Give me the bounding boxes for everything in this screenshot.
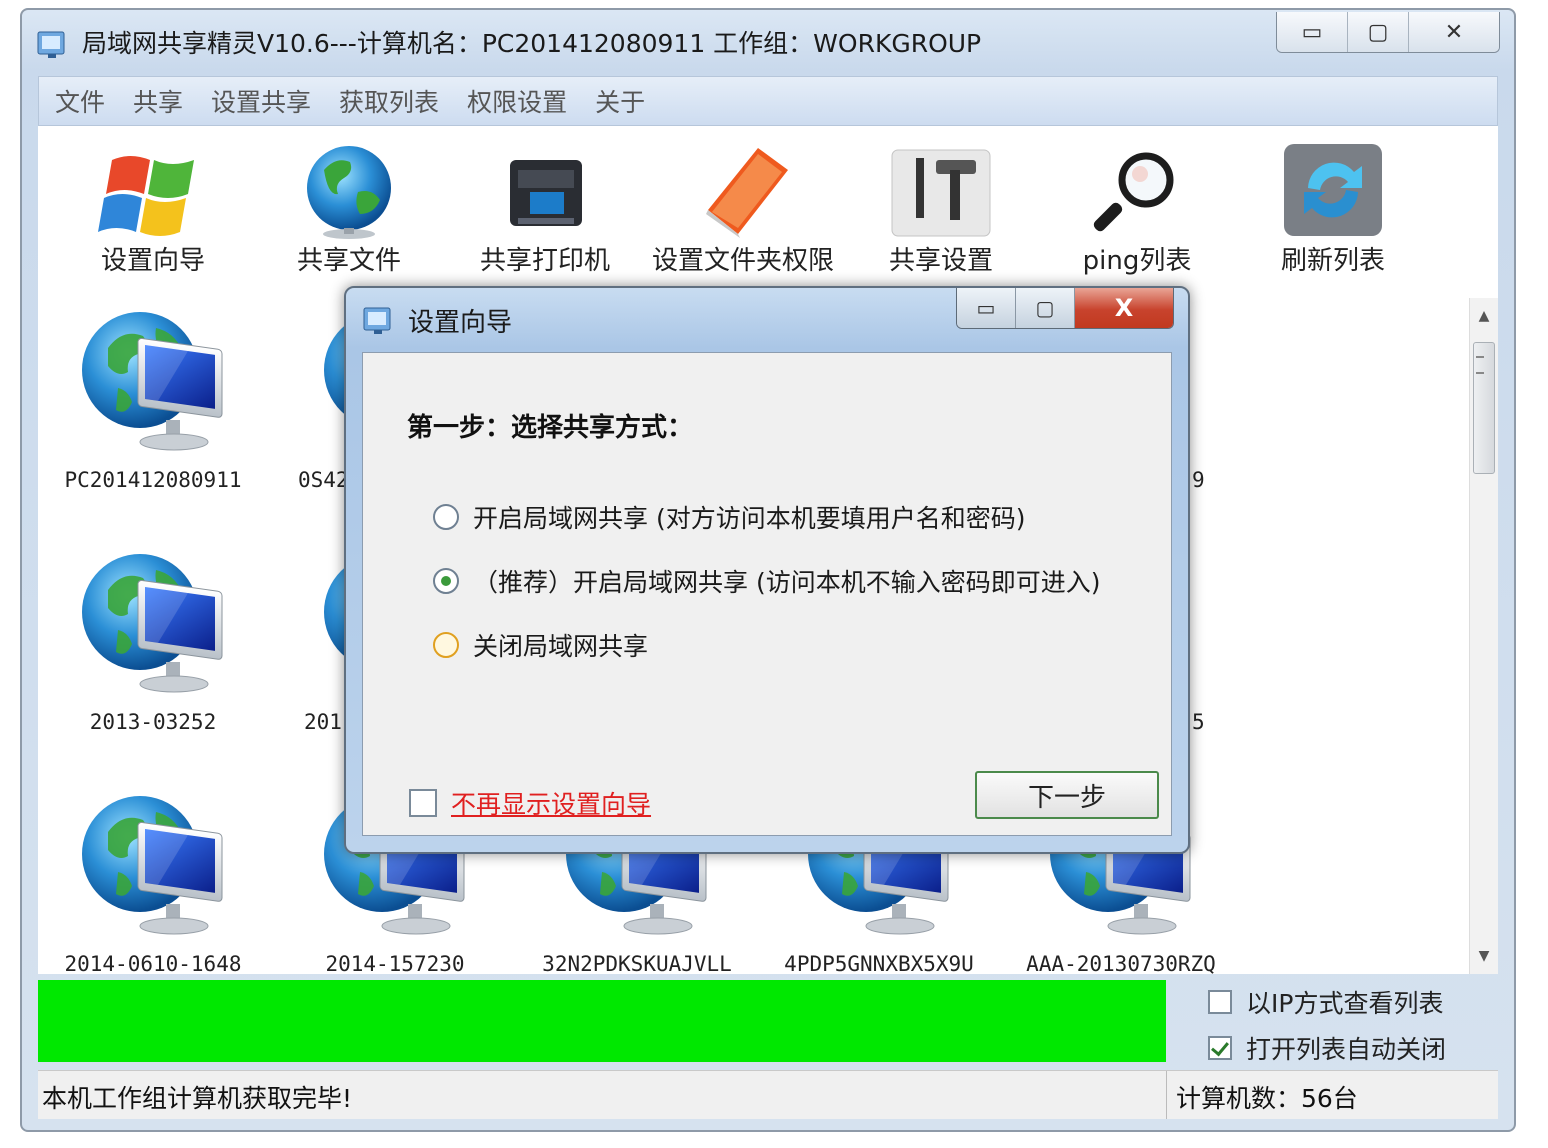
status-bar: 本机工作组计算机获取完毕! 计算机数：56台 (38, 1070, 1498, 1119)
progress-bar (38, 980, 1166, 1062)
menu-bar: 文件 共享 设置共享 获取列表 权限设置 关于 (38, 76, 1498, 126)
radio-option-no-password[interactable]: （推荐）开启局域网共享 (访问本机不输入密码即可进入) (433, 563, 1100, 599)
dialog-body: 第一步：选择共享方式： 开启局域网共享 (对方访问本机要填用户名和密码) （推荐… (362, 352, 1172, 836)
dialog-minimize-button[interactable]: ▭ (957, 288, 1015, 328)
toolbar: 设置向导 共享文件 共享打印机 设置文件夹权限 共享设置 ping列表 刷新列表 (38, 126, 1498, 298)
computer-name: PC201412080911 (64, 468, 242, 492)
computer-item[interactable]: PC201412080911 (38, 308, 268, 538)
toolbar-label: 刷新列表 (1280, 246, 1385, 276)
dialog-maximize-button[interactable]: ▢ (1015, 288, 1074, 328)
radio-label: 开启局域网共享 (对方访问本机要填用户名和密码) (473, 504, 1026, 533)
step-title: 第一步：选择共享方式： (407, 413, 694, 443)
toolbar-share-file-button[interactable]: 共享文件 (254, 126, 444, 298)
computer-name: AAA-20130730RZQ (1026, 952, 1216, 976)
dont-show-wizard-label[interactable]: 不再显示设置向导 (451, 785, 651, 821)
menu-set-share[interactable]: 设置共享 (211, 83, 311, 119)
computer-name: 2014-0610-1648 (64, 952, 242, 976)
maximize-button[interactable]: ▢ (1347, 12, 1408, 52)
toolbar-label: ping列表 (1082, 246, 1192, 276)
computer-name: 2013-03252 (89, 710, 217, 734)
radio-label: 关闭局域网共享 (473, 632, 649, 661)
auto-close-checkbox[interactable] (1208, 1036, 1232, 1060)
scroll-down-arrow-icon[interactable]: ▼ (1470, 942, 1498, 970)
menu-about[interactable]: 关于 (595, 83, 645, 119)
toolbar-label: 共享文件 (296, 246, 401, 276)
auto-close-option[interactable]: 打开列表自动关闭 (1208, 1030, 1446, 1066)
dialog-app-icon (363, 307, 391, 334)
setup-wizard-dialog: 设置向导 ▭ ▢ X 第一步：选择共享方式： 开启局域网共享 (对方访问本机要填… (344, 286, 1190, 854)
view-by-ip-option[interactable]: 以IP方式查看列表 (1208, 984, 1443, 1020)
toolbar-refresh-button[interactable]: 刷新列表 (1238, 126, 1428, 298)
title-bar[interactable]: 局域网共享精灵V10.6---计算机名：PC201412080911 工作组：W… (22, 10, 1514, 74)
view-by-ip-label: 以IP方式查看列表 (1246, 989, 1444, 1018)
next-button[interactable]: 下一步 (975, 771, 1159, 819)
computer-count: 计算机数：56台 (1176, 1084, 1358, 1113)
scroll-up-arrow-icon[interactable]: ▲ (1470, 302, 1498, 330)
network-computer-icon (78, 792, 228, 942)
network-computer-icon (78, 550, 228, 700)
magnifier-icon (1093, 152, 1174, 232)
dont-show-wizard-checkbox[interactable] (409, 789, 437, 817)
radio-button-selected[interactable] (433, 568, 459, 594)
toolbar-share-printer-button[interactable]: 共享打印机 (450, 126, 640, 298)
folder-book-icon (706, 148, 788, 238)
window-title: 局域网共享精灵V10.6---计算机名：PC201412080911 工作组：W… (82, 29, 982, 58)
dialog-title: 设置向导 (408, 308, 513, 338)
toolbar-label: 共享设置 (888, 246, 993, 276)
computer-name: 32N2PDKSKUAJVLL (542, 952, 732, 976)
auto-close-label: 打开列表自动关闭 (1246, 1035, 1447, 1064)
app-icon (37, 31, 65, 58)
computer-name: 4PDP5GNNXBX5X9U (784, 952, 974, 976)
minimize-button[interactable]: ▭ (1277, 12, 1347, 52)
window-controls: ▭ ▢ ✕ (1276, 12, 1500, 53)
menu-share[interactable]: 共享 (133, 83, 183, 119)
tools-icon (891, 149, 991, 237)
radio-button[interactable] (433, 632, 459, 658)
toolbar-wizard-button[interactable]: 设置向导 (58, 126, 248, 298)
menu-file[interactable]: 文件 (55, 83, 105, 119)
network-computer-icon (78, 308, 228, 458)
toolbar-label: 设置文件夹权限 (651, 246, 834, 276)
windows-logo-icon (98, 156, 194, 236)
toolbar-label: 共享打印机 (479, 246, 610, 276)
radio-button[interactable] (433, 504, 459, 530)
vertical-scrollbar[interactable]: ▲ ▼ (1469, 298, 1498, 974)
radio-option-disable-sharing[interactable]: 关闭局域网共享 (433, 627, 648, 663)
radio-label: （推荐）开启局域网共享 (访问本机不输入密码即可进入) (473, 568, 1101, 597)
printer-icon (510, 160, 582, 226)
toolbar-share-settings-button[interactable]: 共享设置 (846, 126, 1036, 298)
globe-icon (307, 146, 391, 239)
radio-option-with-password[interactable]: 开启局域网共享 (对方访问本机要填用户名和密码) (433, 499, 1025, 535)
toolbar-folder-permission-button[interactable]: 设置文件夹权限 (648, 126, 838, 298)
view-by-ip-checkbox[interactable] (1208, 990, 1232, 1014)
computer-name: 2014-157230 (325, 952, 465, 976)
status-message: 本机工作组计算机获取完毕! (42, 1084, 353, 1113)
dont-show-wizard-option[interactable]: 不再显示设置向导 (409, 785, 651, 821)
refresh-icon (1284, 144, 1382, 236)
computer-item[interactable]: 2013-03252 (38, 550, 268, 780)
toolbar-ping-list-button[interactable]: ping列表 (1042, 126, 1232, 298)
toolbar-label: 设置向导 (100, 246, 205, 276)
close-button[interactable]: ✕ (1408, 12, 1499, 52)
scroll-grip-icon (1476, 356, 1484, 374)
menu-permissions[interactable]: 权限设置 (467, 83, 567, 119)
status-divider (1166, 1071, 1167, 1119)
menu-get-list[interactable]: 获取列表 (339, 83, 439, 119)
dialog-window-controls: ▭ ▢ X (956, 288, 1174, 329)
dialog-close-button[interactable]: X (1074, 288, 1173, 328)
